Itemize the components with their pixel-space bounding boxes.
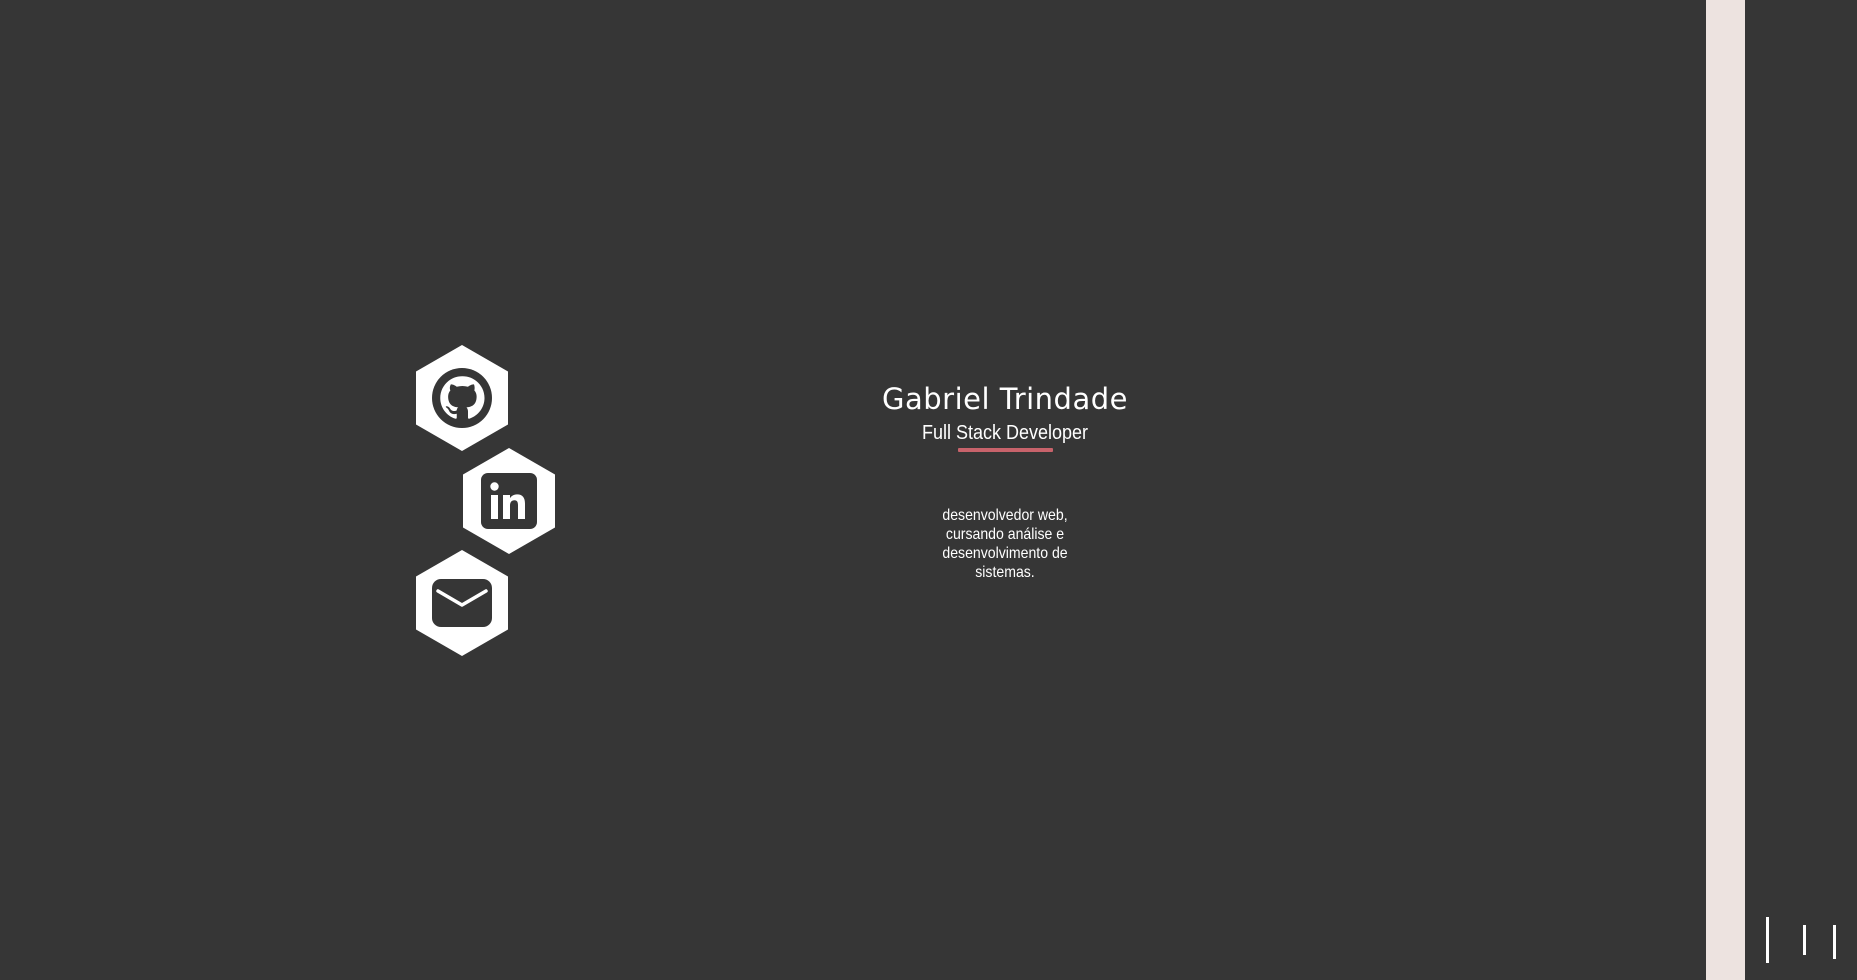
side-strip <box>1706 0 1745 980</box>
menu-bar <box>1766 917 1769 963</box>
profile-role: Full Stack Developer <box>921 422 1089 444</box>
accent-underline <box>957 448 1053 452</box>
menu-bar <box>1803 925 1806 955</box>
profile-header: Gabriel Trindade Full Stack Developer <box>805 378 1205 452</box>
github-link[interactable] <box>416 345 508 451</box>
menu-toggle[interactable] <box>1760 915 1840 965</box>
envelope-icon <box>432 579 492 627</box>
page: Gabriel Trindade Full Stack Developer de… <box>0 0 1857 980</box>
github-icon <box>432 368 492 428</box>
profile-description: desenvolvedor web, cursando análise e de… <box>942 507 1068 581</box>
linkedin-icon <box>481 473 537 529</box>
email-link[interactable] <box>416 550 508 656</box>
profile-name: Gabriel Trindade <box>882 382 1128 416</box>
linkedin-link[interactable] <box>463 448 555 554</box>
menu-bar <box>1833 925 1836 959</box>
